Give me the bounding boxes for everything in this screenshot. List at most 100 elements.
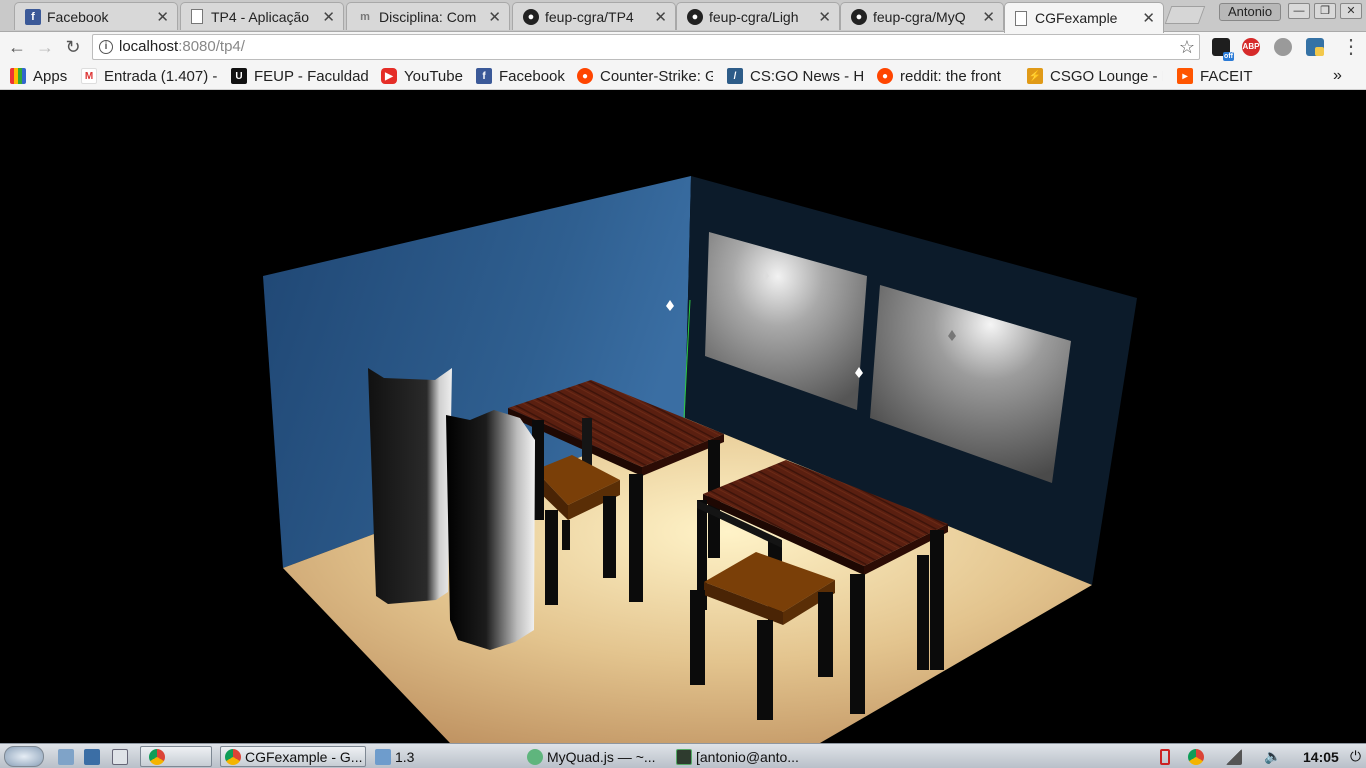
mail-off-icon[interactable]: off: [1212, 38, 1234, 61]
close-tab-icon[interactable]: ✕: [982, 8, 995, 26]
start-menu-button[interactable]: [4, 746, 44, 767]
tab-title: Disciplina: Com: [379, 8, 477, 25]
restore-button[interactable]: ❐: [1314, 3, 1336, 19]
tab-facebook[interactable]: f Facebook ✕: [14, 2, 178, 30]
profile-button[interactable]: Antonio: [1219, 3, 1281, 21]
bookmark-csgo-news[interactable]: / CS:GO News - HL: [727, 67, 863, 85]
reload-icon[interactable]: ↻: [62, 36, 84, 58]
bookmark-label: Entrada (1.407) -: [104, 67, 217, 85]
bookmark-facebook[interactable]: f Facebook: [476, 67, 565, 85]
bookmark-label: Apps: [33, 67, 68, 85]
apps-grid-icon: [10, 68, 26, 84]
desktop-launcher[interactable]: [84, 746, 104, 767]
tab-feup-cgra-myq[interactable]: ● feup-cgra/MyQ ✕: [840, 2, 1004, 30]
tab-tp4-aplicacao[interactable]: TP4 - Aplicação ✕: [180, 2, 344, 30]
bookmark-label: FACEIT: [1200, 67, 1253, 85]
profile-ghost-icon[interactable]: [1274, 38, 1292, 56]
bookmark-reddit[interactable]: ● reddit: the front: [877, 67, 1013, 85]
webgl-canvas[interactable]: [0, 91, 1366, 743]
csgolounge-icon: ⚡: [1027, 68, 1043, 84]
adblock-icon[interactable]: ABP: [1242, 38, 1260, 56]
bookmarks-overflow-button[interactable]: »: [1333, 67, 1342, 85]
chrome-launcher[interactable]: [140, 746, 212, 767]
window-icon: [112, 748, 128, 765]
bookmark-youtube[interactable]: ▶ YouTube: [381, 67, 463, 85]
bookmarks-bar: Apps M Entrada (1.407) - U FEUP - Faculd…: [0, 63, 1366, 90]
shutdown-tray[interactable]: ⏻: [1350, 746, 1361, 767]
github-icon: ●: [687, 8, 703, 25]
back-arrow-icon[interactable]: ←: [6, 36, 28, 58]
files-launcher[interactable]: [58, 746, 78, 767]
tab-title: Facebook: [47, 8, 109, 25]
menu-icon[interactable]: ⋮: [1340, 36, 1362, 58]
taskbar-item-label: [antonio@anto...: [696, 748, 799, 765]
cylinder-1: [368, 368, 452, 604]
close-window-button[interactable]: ✕: [1340, 3, 1362, 19]
github-icon: ●: [523, 8, 539, 25]
taskbar-item-cgfexample[interactable]: CGFexample - G...: [220, 746, 366, 767]
battery-icon: [1160, 748, 1170, 765]
room-scene: [263, 176, 1137, 743]
bookmark-label: Facebook: [499, 67, 565, 85]
bookmark-feup[interactable]: U FEUP - Faculdade: [231, 67, 369, 85]
facebook-icon: f: [25, 8, 41, 25]
bookmark-gmail[interactable]: M Entrada (1.407) -: [81, 67, 217, 85]
chrome-icon: [149, 749, 165, 765]
taskbar-item-folder[interactable]: 1.3: [375, 746, 414, 767]
tab-cgfexample[interactable]: CGFexample ✕: [1004, 2, 1164, 33]
network-tray[interactable]: [1226, 746, 1246, 767]
address-bar[interactable]: i localhost:8080/tp4/ ☆: [92, 34, 1200, 60]
bookmark-label: reddit: the front: [900, 67, 1001, 85]
mail-off-label: off: [1223, 52, 1234, 61]
bookmark-label: YouTube: [404, 67, 463, 85]
close-tab-icon[interactable]: ✕: [488, 8, 501, 26]
files-icon: [58, 748, 74, 765]
info-icon[interactable]: i: [99, 40, 113, 54]
bookmark-faceit[interactable]: ▸ FACEIT: [1177, 67, 1253, 85]
bookmark-label: CSGO Lounge - M: [1050, 67, 1163, 85]
cylinder-2: [446, 410, 535, 650]
taskbar-item-atom[interactable]: MyQuad.js — ~...: [527, 746, 656, 767]
volume-tray[interactable]: 🔈: [1264, 746, 1281, 767]
bookmark-label: CS:GO News - HL: [750, 67, 863, 85]
tab-feup-cgra-tp4[interactable]: ● feup-cgra/TP4 ✕: [512, 2, 676, 30]
faceit-icon: ▸: [1177, 68, 1193, 84]
document-icon: [1015, 10, 1027, 26]
chrome-icon: [225, 749, 241, 765]
taskbar-item-label: 1.3: [395, 748, 415, 765]
close-tab-icon[interactable]: ✕: [1142, 9, 1155, 27]
new-tab-button[interactable]: [1164, 6, 1206, 24]
tab-disciplina[interactable]: m Disciplina: Com ✕: [346, 2, 510, 30]
facebook-icon: f: [476, 68, 492, 84]
taskbar-item-terminal[interactable]: [antonio@anto...: [676, 746, 799, 767]
python-icon[interactable]: [1306, 38, 1324, 56]
tab-title: feup-cgra/Ligh: [709, 8, 799, 25]
tab-title: feup-cgra/MyQ: [873, 8, 966, 25]
tab-feup-cgra-ligh[interactable]: ● feup-cgra/Ligh ✕: [676, 2, 840, 30]
taskbar-item-label: CGFexample - G...: [245, 749, 363, 765]
bookmark-label: Counter-Strike: G: [600, 67, 713, 85]
forward-arrow-icon[interactable]: →: [34, 36, 56, 58]
hltv-icon: /: [727, 68, 743, 84]
tab-title: CGFexample: [1035, 10, 1118, 26]
battery-tray[interactable]: [1160, 746, 1174, 767]
chrome-icon: [1188, 748, 1204, 765]
bookmark-counter-strike[interactable]: ● Counter-Strike: G: [577, 67, 713, 85]
close-tab-icon[interactable]: ✕: [322, 8, 335, 26]
youtube-icon: ▶: [381, 68, 397, 84]
power-icon: ⏻: [1350, 748, 1362, 764]
close-tab-icon[interactable]: ✕: [654, 8, 667, 26]
url-path: :8080/tp4/: [178, 38, 245, 55]
minimize-button[interactable]: —: [1288, 3, 1310, 19]
tab-strip: f Facebook ✕ TP4 - Aplicação ✕ m Discipl…: [0, 0, 1366, 33]
close-tab-icon[interactable]: ✕: [818, 8, 831, 26]
bookmark-apps[interactable]: Apps: [10, 67, 67, 85]
chrome-tray[interactable]: [1188, 746, 1208, 767]
volume-icon: 🔈: [1264, 748, 1282, 764]
bookmark-csgo-lounge[interactable]: ⚡ CSGO Lounge - M: [1027, 67, 1163, 85]
window-launcher[interactable]: [112, 746, 132, 767]
bookmark-star-icon[interactable]: ☆: [1179, 35, 1195, 59]
clock[interactable]: 14:05: [1303, 746, 1339, 767]
taskbar-item-label: MyQuad.js — ~...: [547, 748, 656, 765]
close-tab-icon[interactable]: ✕: [156, 8, 169, 26]
